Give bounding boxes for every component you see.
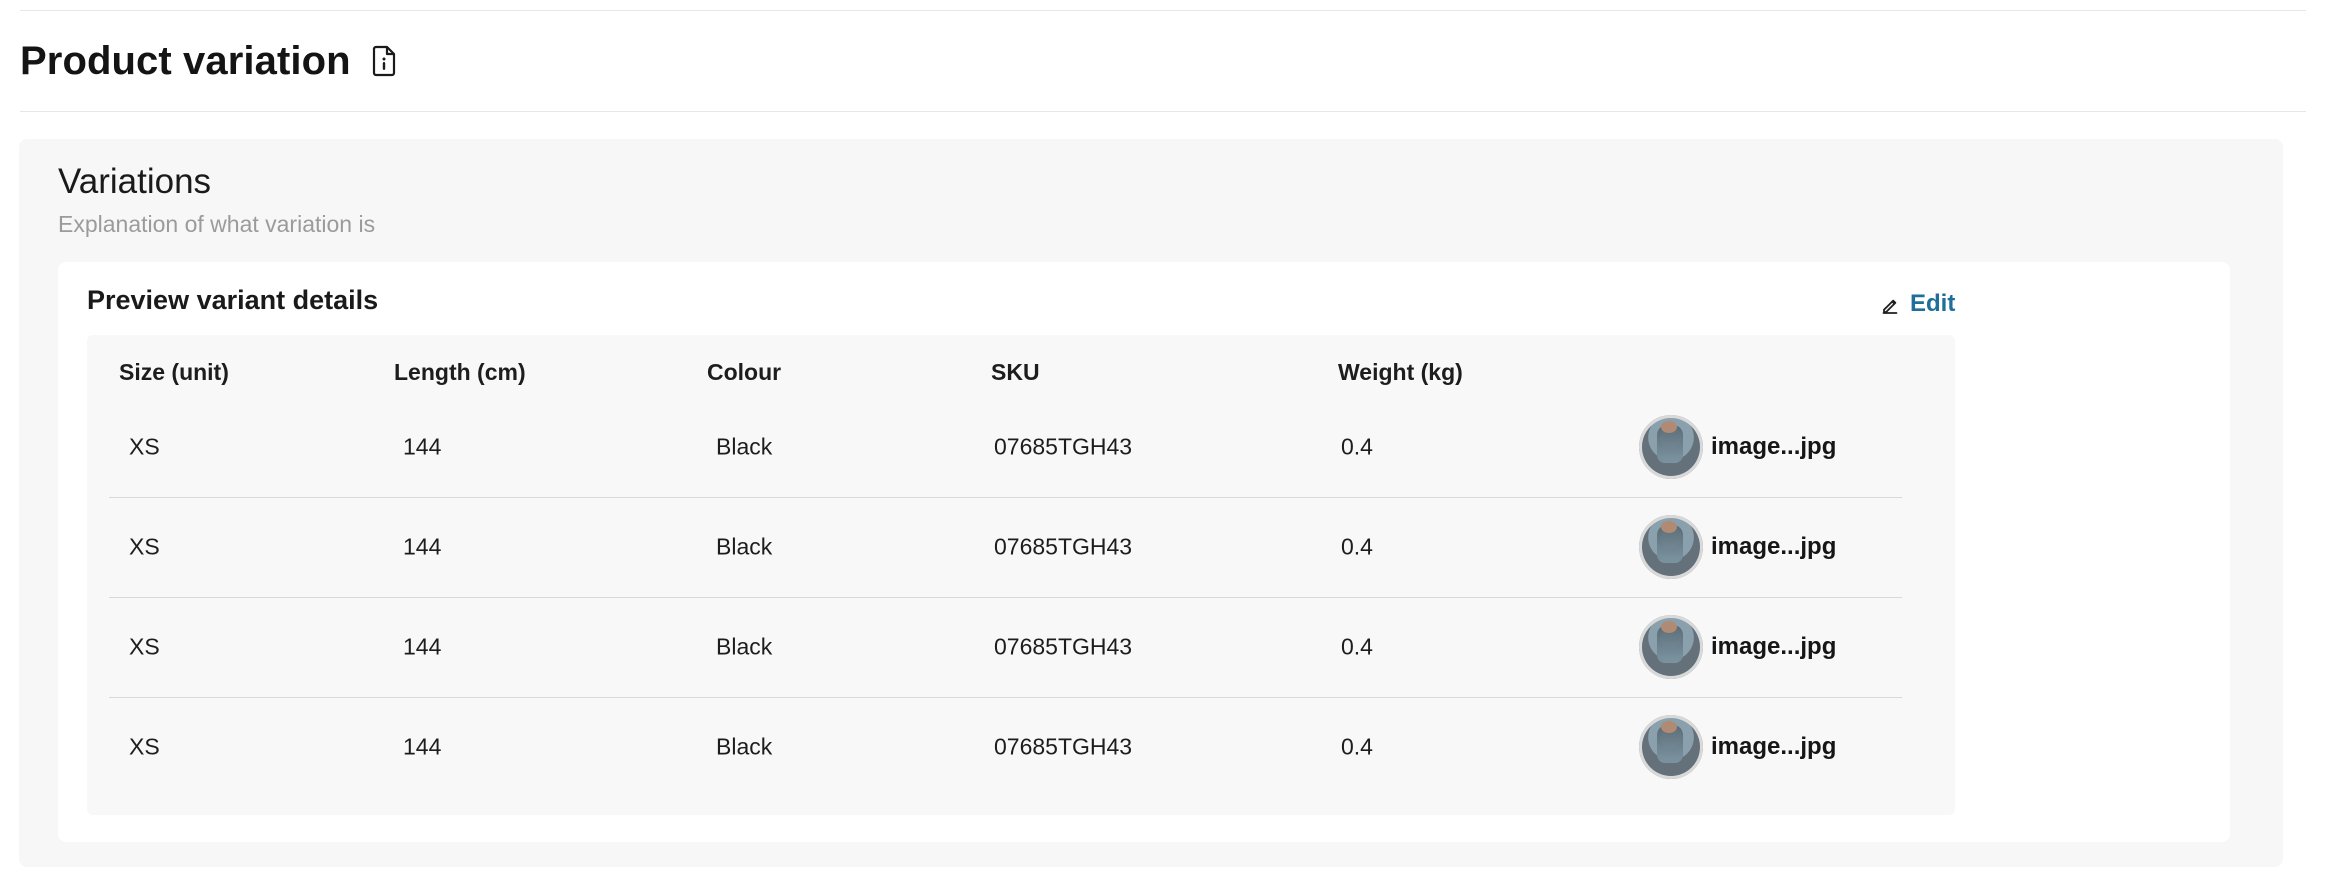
size-cell: XS (129, 433, 160, 460)
image-file-name: image...jpg (1711, 433, 1837, 460)
header-weight: Weight (kg) (1338, 359, 1463, 385)
weight-cell: 0.4 (1341, 633, 1373, 660)
image-file-name: image...jpg (1711, 733, 1837, 760)
image-file: image...jpg (1639, 715, 1836, 779)
header-size: Size (unit) (119, 359, 229, 385)
edit-icon (1880, 294, 1900, 314)
header-sku: SKU (991, 359, 1040, 385)
image-thumbnail (1639, 715, 1703, 779)
size-cell: XS (129, 533, 160, 560)
sku-cell: 07685TGH43 (994, 433, 1133, 460)
top-divider (20, 10, 2306, 11)
sku-cell: 07685TGH43 (994, 533, 1133, 560)
image-file: image...jpg (1639, 615, 1836, 679)
table-row: XS 144 Black 07685TGH43 0.4 image...jpg (109, 497, 1902, 598)
header-divider (20, 111, 2306, 112)
variants-table: Size (unit) Length (cm) Colour SKU Weigh… (87, 335, 1955, 815)
sku-cell: 07685TGH43 (994, 633, 1133, 660)
image-thumbnail (1639, 415, 1703, 479)
page-title: Product variation (20, 39, 351, 83)
weight-cell: 0.4 (1341, 533, 1373, 560)
table-row: XS 144 Black 07685TGH43 0.4 image...jpg (109, 397, 1902, 498)
colour-cell: Black (716, 433, 773, 460)
image-thumbnail (1639, 515, 1703, 579)
length-cell: 144 (403, 733, 442, 760)
image-file: image...jpg (1639, 515, 1836, 579)
length-cell: 144 (403, 433, 442, 460)
weight-cell: 0.4 (1341, 733, 1373, 760)
length-cell: 144 (403, 633, 442, 660)
table-row: XS 144 Black 07685TGH43 0.4 image...jpg (109, 697, 1902, 797)
page-header: Product variation (20, 34, 399, 88)
edit-label: Edit (1910, 290, 1956, 317)
weight-cell: 0.4 (1341, 433, 1373, 460)
header-length: Length (cm) (394, 359, 526, 385)
colour-cell: Black (716, 633, 773, 660)
image-file-name: image...jpg (1711, 533, 1837, 560)
preview-card: Preview variant details Edit Size (unit)… (58, 262, 2230, 842)
header-colour: Colour (707, 359, 782, 385)
table-row: XS 144 Black 07685TGH43 0.4 image...jpg (109, 597, 1902, 698)
section-title: Variations (58, 162, 212, 201)
colour-cell: Black (716, 733, 773, 760)
size-cell: XS (129, 733, 160, 760)
preview-title: Preview variant details (87, 285, 379, 315)
image-file: image...jpg (1639, 415, 1836, 479)
sku-cell: 07685TGH43 (994, 733, 1133, 760)
document-icon (369, 44, 399, 78)
section-subtitle: Explanation of what variation is (58, 211, 376, 237)
edit-button[interactable]: Edit (1880, 290, 1955, 318)
image-file-name: image...jpg (1711, 633, 1837, 660)
length-cell: 144 (403, 533, 442, 560)
size-cell: XS (129, 633, 160, 660)
variations-panel: Variations Explanation of what variation… (19, 139, 2283, 867)
image-thumbnail (1639, 615, 1703, 679)
colour-cell: Black (716, 533, 773, 560)
